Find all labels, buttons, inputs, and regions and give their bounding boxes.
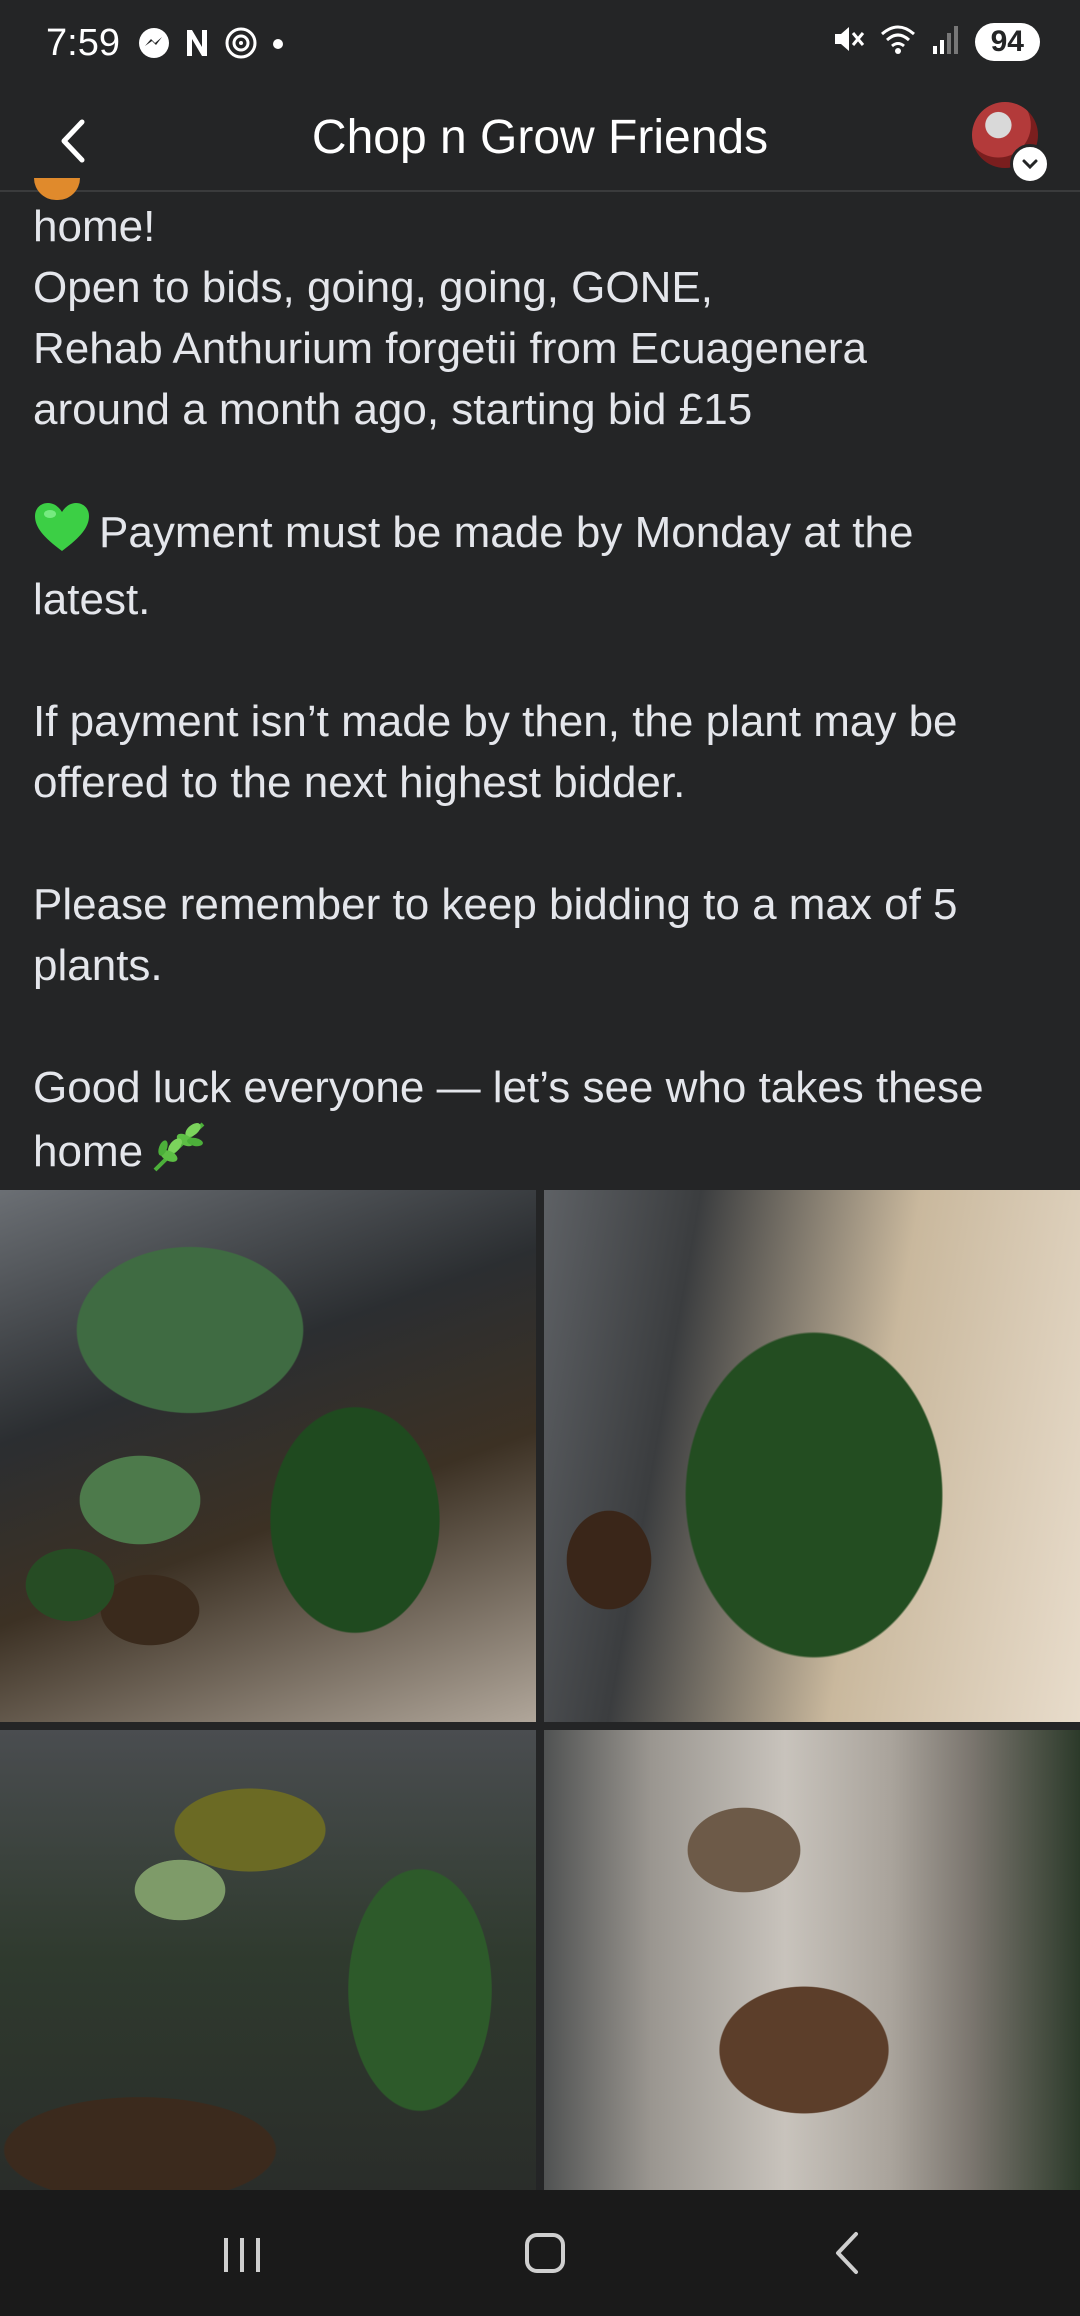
post-text-line: Payment must be made by Monday at the: [33, 501, 1053, 569]
post-text-line: If payment isn’t made by then, the plant…: [33, 697, 958, 746]
pot-roots-photo-4[interactable]: [544, 1730, 1080, 2190]
nfc-icon: [224, 26, 258, 65]
mute-icon: [831, 22, 865, 61]
photo-divider: [0, 1722, 1080, 1730]
battery-indicator: 94: [974, 22, 1040, 61]
post-text-line: home!: [33, 202, 156, 251]
post-text-line: offered to the next highest bidder.: [33, 758, 686, 807]
system-nav-bar: [0, 2190, 1080, 2316]
post-text-line: Good luck everyone — let’s see who takes…: [33, 1063, 984, 1112]
page-title: Chop n Grow Friends: [311, 111, 769, 164]
payment-text: Payment must be made by Monday at the: [99, 508, 914, 557]
post-body: home! Open to bids, going, going, GONE, …: [33, 196, 1053, 1190]
recents-button[interactable]: [202, 2220, 282, 2286]
photo-grid: [0, 1190, 1080, 2190]
app-screen: 7:59 94 Chop n Grow Friends home! Open t…: [0, 0, 1080, 2316]
post-text-line: Rehab Anthurium forgetii from Ecuagenera: [33, 324, 868, 373]
anthurium-photo-3[interactable]: [0, 1730, 536, 2190]
back-icon: [836, 2232, 858, 2274]
post-text-line: plants.: [33, 941, 163, 990]
herb-icon: [149, 1118, 209, 1190]
green-heart-icon: [33, 501, 91, 569]
home-button[interactable]: [505, 2220, 585, 2286]
post-text-line: around a month ago, starting bid £15: [33, 385, 753, 434]
photo-divider: [536, 1190, 544, 2190]
luck-text: home: [33, 1127, 144, 1176]
post-text-line: Open to bids, going, going, GONE,: [33, 263, 713, 312]
chevron-down-icon[interactable]: [1010, 144, 1050, 184]
notification-icons: [138, 26, 284, 65]
system-icons: 94: [831, 22, 1040, 61]
dot-icon: [272, 37, 284, 55]
wifi-icon: [879, 22, 917, 61]
post-text-line: latest.: [33, 575, 151, 624]
status-time: 7:59: [46, 22, 120, 64]
home-icon: [525, 2233, 565, 2273]
anthurium-photo-2[interactable]: [544, 1190, 1080, 1722]
n-icon: [184, 27, 210, 64]
signal-icon: [931, 22, 961, 61]
recents-icon: [224, 2238, 260, 2272]
avatar[interactable]: [972, 102, 1050, 184]
nav-back-button[interactable]: [808, 2220, 888, 2286]
app-header: Chop n Grow Friends: [0, 92, 1080, 192]
status-bar: 7:59 94: [0, 0, 1080, 92]
post-text-line: Please remember to keep bidding to a max…: [33, 880, 958, 929]
post-text-line: home: [33, 1118, 1053, 1190]
anthurium-photo-1[interactable]: [0, 1190, 536, 1722]
messenger-icon: [138, 27, 170, 64]
